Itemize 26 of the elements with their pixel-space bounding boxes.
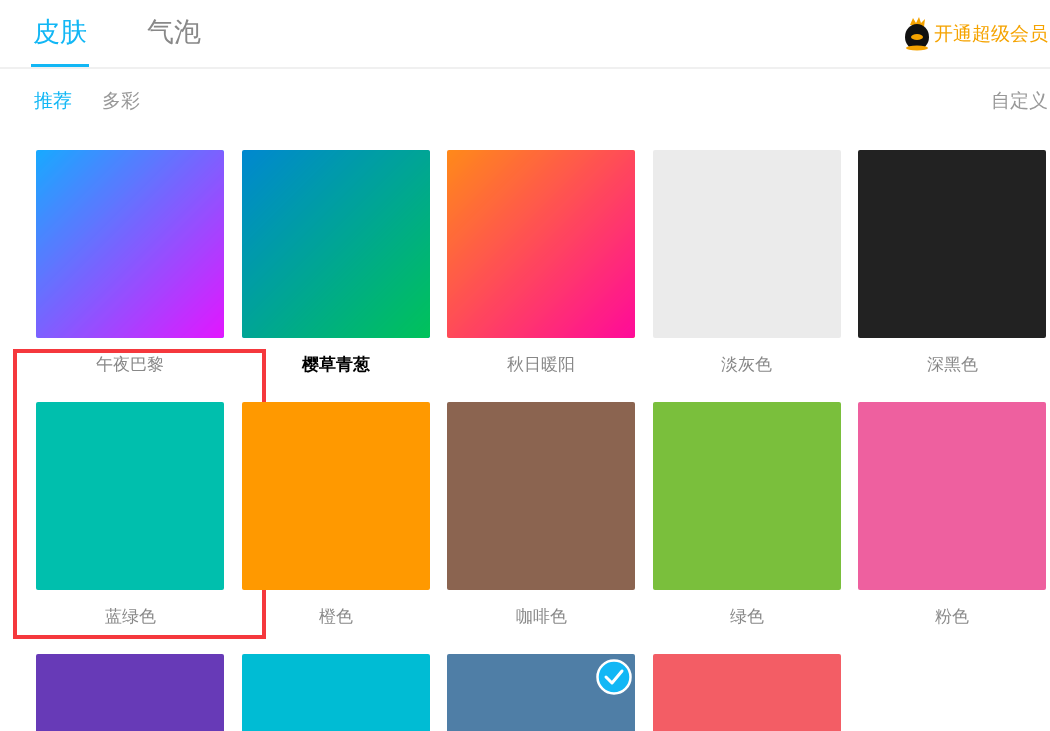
skin-name: 粉色 [934,605,970,628]
skin-swatch[interactable] [36,150,224,338]
skin-name: 橙色 [317,605,354,628]
tab[interactable]: 气泡 [145,0,203,67]
skin-name: 秋日暖阳 [506,353,576,376]
sub-tab[interactable]: 推荐 [34,88,72,114]
tab[interactable]: 皮肤 [31,0,89,67]
skin-name: 深黑色 [925,353,979,376]
skin-swatch[interactable] [241,150,430,338]
custom-link[interactable]: 自定义 [991,88,1050,114]
skin-name: 樱草青葱 [300,353,371,376]
skin-name: 蓝绿色 [103,605,157,628]
skin-swatch[interactable] [858,150,1046,338]
skin-swatch[interactable] [36,402,224,590]
penguin-icon [902,16,932,51]
skin-swatch[interactable] [447,402,635,590]
vip-link[interactable]: 开通超级会员 [902,0,1050,67]
skin-name: 咖啡色 [514,605,568,628]
skin-swatch[interactable] [858,402,1046,590]
skin-name: 午夜巴黎 [95,353,165,376]
sub-tab[interactable]: 多彩 [102,88,140,114]
skin-name: 淡灰色 [720,353,773,376]
skin-swatch[interactable] [652,402,841,590]
skin-swatch[interactable] [241,402,430,590]
skin-swatch[interactable] [447,150,635,338]
skin-name: 绿色 [728,605,765,628]
